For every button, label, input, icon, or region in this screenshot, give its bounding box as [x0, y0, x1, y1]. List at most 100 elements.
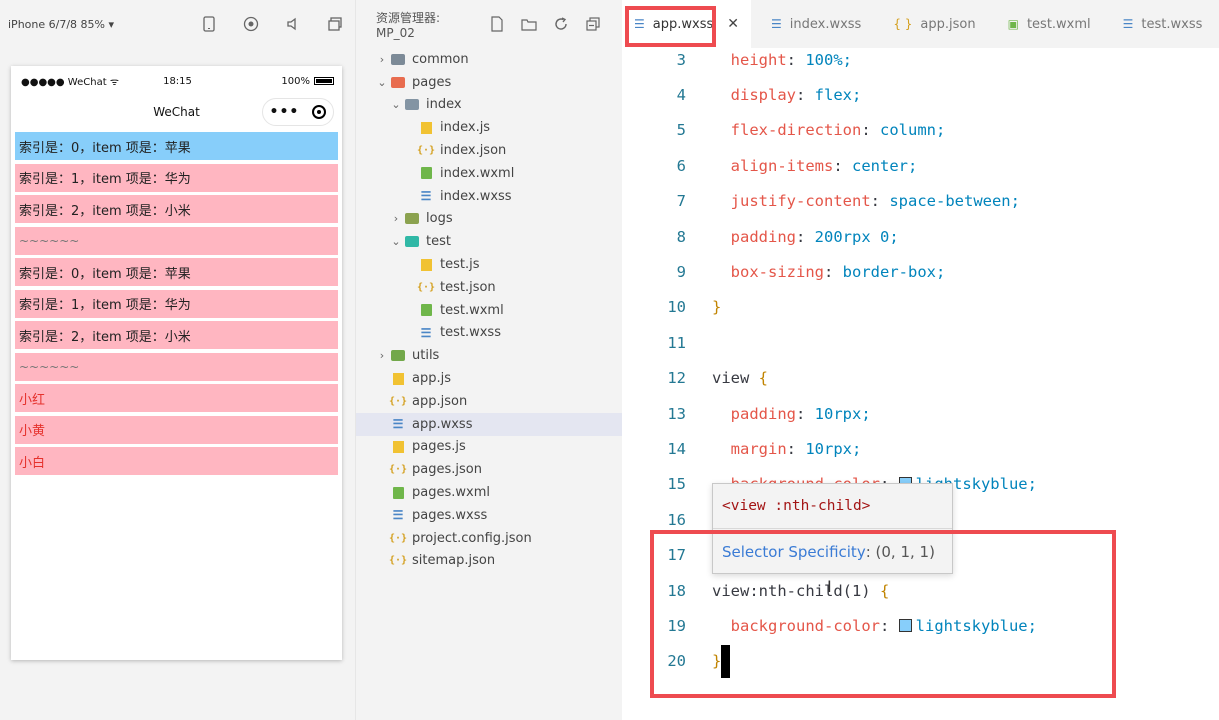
- tree-item-index-wxss[interactable]: ☰ index.wxss: [356, 185, 622, 208]
- tree-item-utils[interactable]: › utils: [356, 344, 622, 367]
- tree-item-index-wxml[interactable]: index.wxml: [356, 162, 622, 185]
- new-file-icon[interactable]: [486, 13, 508, 35]
- json-file-icon: {·}: [388, 532, 408, 544]
- css-value: column;: [880, 121, 946, 140]
- tree-item-label: test.js: [440, 257, 480, 273]
- tree-item-pages-wxss[interactable]: ☰ pages.wxss: [356, 504, 622, 527]
- tree-item-pages[interactable]: ⌄ pages: [356, 71, 622, 94]
- tree-item-app-json[interactable]: {·} app.json: [356, 390, 622, 413]
- phone-icon[interactable]: [198, 13, 220, 35]
- color-swatch[interactable]: [898, 618, 912, 632]
- specificity-link[interactable]: Selector Specificity: [722, 543, 866, 561]
- tree-item-index-js[interactable]: index.js: [356, 116, 622, 139]
- code-text: box-sizing: border-box;: [730, 263, 946, 282]
- tree-item-label: sitemap.json: [412, 553, 496, 569]
- file-tree: › common ⌄ pages ⌄ index index.js {·} index.json…: [356, 48, 622, 572]
- close-target-icon[interactable]: [312, 105, 327, 119]
- tree-item-test[interactable]: ⌄ test: [356, 230, 622, 253]
- tree-item-test-wxml[interactable]: test.wxml: [356, 299, 622, 322]
- view-item: 索引是：1，item 项是：华为: [15, 289, 338, 318]
- tree-item-index-json[interactable]: {·} index.json: [356, 139, 622, 162]
- close-icon[interactable]: ✕: [727, 16, 739, 32]
- js-file-icon: [418, 258, 434, 272]
- tab-label: test.wxml: [1026, 16, 1091, 32]
- detach-window-icon[interactable]: [324, 13, 346, 35]
- line-number: 6: [676, 156, 686, 175]
- code-text: }: [712, 298, 721, 316]
- explorer-title: 资源管理器: MP_02: [376, 10, 441, 40]
- chevron-right-icon[interactable]: ›: [374, 349, 390, 362]
- wxss-file-icon: ☰: [420, 325, 432, 340]
- tree-item-logs[interactable]: › logs: [356, 208, 622, 231]
- code-line: 13 padding: 10rpx;: [622, 396, 1219, 431]
- tree-item-test-js[interactable]: test.js: [356, 253, 622, 276]
- tree-item-project-config-json[interactable]: {·} project.config.json: [356, 527, 622, 550]
- css-property: box-sizing: [730, 263, 824, 282]
- text-caret: [721, 644, 731, 678]
- tree-item-label: index.wxss: [440, 188, 512, 204]
- code-line: 14 margin: 10rpx;: [622, 431, 1219, 466]
- wxss-file-icon: ☰: [770, 17, 782, 31]
- more-icon[interactable]: •••: [270, 104, 300, 120]
- line-number: 17: [667, 546, 686, 565]
- tab-app-json[interactable]: { } app.json: [881, 0, 987, 48]
- refresh-icon[interactable]: [550, 13, 572, 35]
- collapse-all-icon[interactable]: [582, 13, 604, 35]
- code-line: 18 view:nth-child(1) {: [622, 573, 1219, 608]
- line-number: 12: [667, 369, 686, 388]
- record-icon[interactable]: [240, 13, 262, 35]
- css-selector: view:nth-child(1): [712, 581, 871, 600]
- phone-screen: ●●●●● WeChat ᯤ 18:15 100% WeChat ••• 索引是…: [11, 66, 342, 660]
- new-folder-icon[interactable]: [518, 13, 540, 35]
- brace: }: [712, 298, 722, 317]
- tab-test-wxss[interactable]: ☰ test.wxss: [1111, 0, 1215, 48]
- line-number: 18: [667, 581, 686, 600]
- tab-label: index.wxss: [789, 16, 862, 32]
- chevron-right-icon[interactable]: ›: [374, 53, 390, 66]
- css-value: space-between;: [889, 192, 1020, 211]
- tree-item-app-js[interactable]: app.js: [356, 367, 622, 390]
- css-value: lightskyblue;: [915, 616, 1037, 635]
- tree-item-pages-js[interactable]: pages.js: [356, 436, 622, 459]
- wxss-file-icon: ☰: [392, 508, 404, 523]
- css-property: padding: [730, 404, 796, 423]
- tree-item-pages-json[interactable]: {·} pages.json: [356, 458, 622, 481]
- battery-icon: [313, 77, 334, 85]
- hover-signature: <view :nth-child>: [713, 484, 952, 529]
- tree-item-label: index.wxml: [440, 165, 515, 181]
- chevron-down-icon[interactable]: ⌄: [374, 76, 390, 89]
- line-number: 19: [667, 616, 686, 635]
- tab-app-wxss[interactable]: ☰ app.wxss ✕: [622, 0, 751, 48]
- tree-item-sitemap-json[interactable]: {·} sitemap.json: [356, 550, 622, 573]
- wxml-file-icon: [418, 303, 434, 317]
- folder-icon: [404, 235, 420, 249]
- carrier-label: ●●●●● WeChat ᯤ: [21, 77, 119, 88]
- tab-test-wxml[interactable]: ▣ test.wxml: [996, 0, 1103, 48]
- file-explorer: 资源管理器: MP_02 › common ⌄ pages ⌄ index index.js…: [355, 0, 622, 720]
- wifi-icon: ᯤ: [109, 77, 119, 88]
- chevron-down-icon[interactable]: ⌄: [388, 98, 404, 111]
- tree-item-test-wxss[interactable]: ☰ test.wxss: [356, 322, 622, 345]
- css-value: center;: [852, 156, 918, 175]
- tree-item-label: common: [412, 51, 469, 67]
- tree-item-common[interactable]: › common: [356, 48, 622, 71]
- view-item: 索引是：2，item 项是：小米: [15, 195, 338, 223]
- tree-item-test-json[interactable]: {·} test.json: [356, 276, 622, 299]
- line-number: 13: [667, 404, 686, 423]
- code-line: 20}: [622, 644, 1219, 679]
- volume-icon[interactable]: [282, 13, 304, 35]
- code-line: 4 display: flex;: [622, 77, 1219, 112]
- chevron-down-icon[interactable]: ⌄: [388, 235, 404, 248]
- tree-item-app-wxss[interactable]: ☰ app.wxss: [356, 412, 622, 436]
- tab-index-wxss[interactable]: ☰ index.wxss: [759, 0, 873, 48]
- line-number: 15: [667, 475, 686, 494]
- view-item: 小黄: [15, 415, 338, 444]
- device-selector[interactable]: iPhone 6/7/8 85% ▾: [8, 18, 178, 31]
- code-line: 19 background-color: lightskyblue;: [622, 608, 1219, 643]
- text-cursor-icon: I: [827, 577, 832, 596]
- tree-item-index[interactable]: ⌄ index: [356, 94, 622, 117]
- tree-item-pages-wxml[interactable]: pages.wxml: [356, 481, 622, 504]
- code-area[interactable]: 3 height: 100%; 4 display: flex; 5 flex-di…: [622, 42, 1219, 679]
- line-number: 11: [667, 333, 686, 352]
- chevron-right-icon[interactable]: ›: [388, 212, 404, 225]
